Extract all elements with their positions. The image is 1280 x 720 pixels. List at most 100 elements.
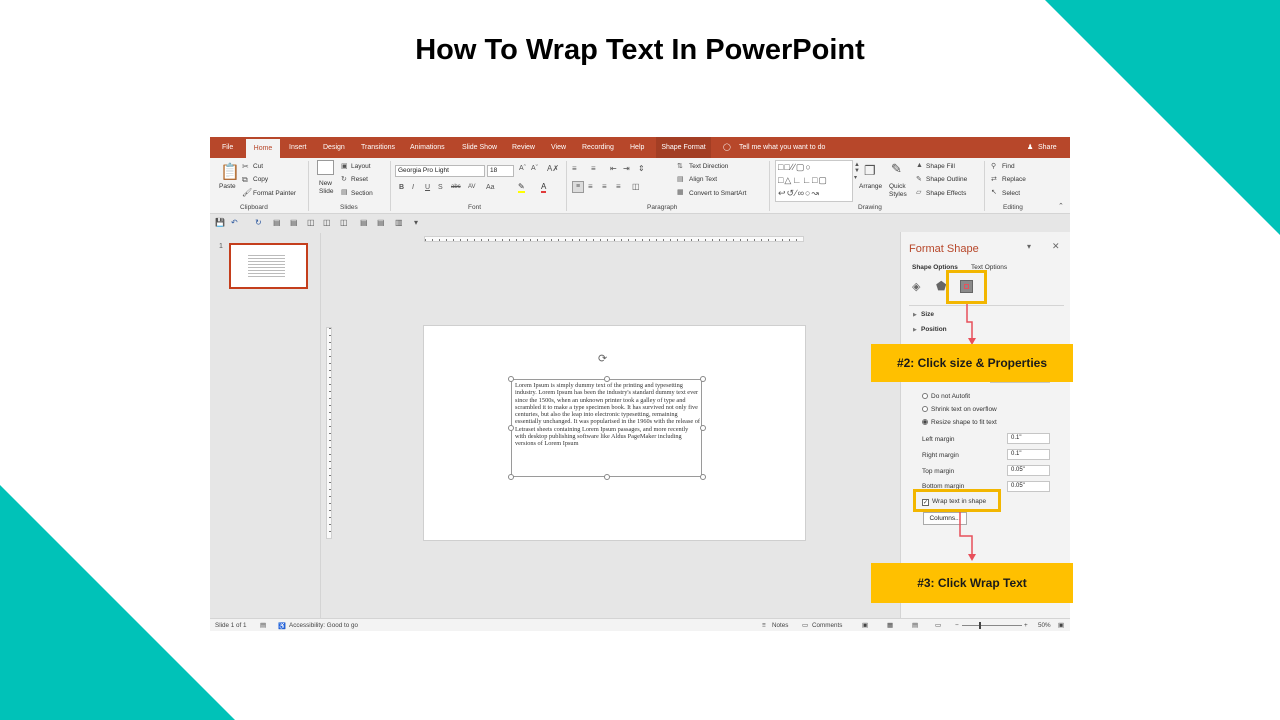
- new-slide-button[interactable]: New Slide: [319, 180, 339, 196]
- align-icon[interactable]: ◫: [307, 218, 315, 227]
- reset-button[interactable]: Reset: [351, 176, 368, 183]
- zoom-slider[interactable]: [962, 622, 1022, 629]
- numbering-icon[interactable]: ≡: [591, 164, 596, 173]
- tab-file[interactable]: File: [222, 137, 233, 158]
- tab-view[interactable]: View: [551, 137, 566, 158]
- font-size-select[interactable]: 18: [487, 165, 514, 177]
- text-box-icon[interactable]: ▤: [290, 218, 298, 227]
- underline-icon[interactable]: U: [425, 184, 430, 191]
- zoom-in-icon[interactable]: +: [1024, 622, 1028, 629]
- tab-transitions[interactable]: Transitions: [361, 137, 395, 158]
- pane-menu-chevron-icon[interactable]: ▾: [1027, 242, 1031, 251]
- cut-button[interactable]: Cut: [253, 163, 263, 170]
- quick-styles-button[interactable]: Quick Styles: [889, 183, 913, 199]
- undo-icon[interactable]: ↶: [231, 218, 238, 227]
- text-box[interactable]: Lorem Ipsum is simply dummy text of the …: [508, 376, 706, 480]
- tab-slide-show[interactable]: Slide Show: [462, 137, 497, 158]
- rotate-handle-icon[interactable]: ⟳: [598, 352, 607, 365]
- redo-icon[interactable]: ↻: [255, 218, 262, 227]
- touch-mode-icon[interactable]: ▥: [395, 218, 403, 227]
- resize-handle[interactable]: [700, 376, 706, 382]
- save-icon[interactable]: 💾: [215, 218, 225, 227]
- customize-qat-icon[interactable]: ▾: [414, 218, 418, 227]
- increase-indent-icon[interactable]: ⇥: [623, 164, 630, 173]
- highlight-icon[interactable]: ✎: [518, 182, 525, 193]
- section-button[interactable]: Section: [351, 190, 373, 197]
- line-spacing-icon[interactable]: ⇕: [638, 164, 645, 173]
- grow-font-icon[interactable]: Aˆ: [519, 165, 526, 172]
- resize-handle[interactable]: [604, 376, 610, 382]
- italic-icon[interactable]: I: [412, 184, 414, 191]
- slide-show-icon[interactable]: ▭: [935, 622, 941, 629]
- fill-line-icon[interactable]: ◈: [912, 280, 920, 293]
- select-button[interactable]: Select: [1002, 190, 1020, 197]
- fit-to-window-icon[interactable]: ▣: [1058, 622, 1064, 629]
- resize-handle[interactable]: [508, 376, 514, 382]
- decrease-indent-icon[interactable]: ⇤: [610, 164, 617, 173]
- right-margin-input[interactable]: 0.1": [1007, 449, 1050, 460]
- accessibility-status[interactable]: Accessibility: Good to go: [289, 622, 358, 629]
- zoom-slider-thumb[interactable]: [979, 622, 981, 629]
- expand-size-icon[interactable]: ▶: [913, 312, 917, 318]
- shrink-text-radio[interactable]: Shrink text on overflow: [922, 406, 997, 413]
- reading-view-icon[interactable]: ▤: [912, 622, 918, 629]
- justify-icon[interactable]: ≡: [616, 182, 621, 191]
- tab-insert[interactable]: Insert: [289, 137, 307, 158]
- shape-fill-button[interactable]: Shape Fill: [926, 163, 955, 170]
- slide-canvas[interactable]: ⟳ Lorem Ipsum is simply dummy text of th…: [423, 325, 806, 541]
- bottom-margin-input[interactable]: 0.05": [1007, 481, 1050, 492]
- normal-view-icon[interactable]: ▣: [862, 622, 868, 629]
- send-backward-icon[interactable]: ▤: [377, 218, 385, 227]
- zoom-level[interactable]: 50%: [1038, 622, 1051, 629]
- effects-icon[interactable]: ⬟: [936, 279, 946, 293]
- zoom-out-icon[interactable]: −: [955, 622, 959, 629]
- resize-handle[interactable]: [508, 474, 514, 480]
- spelling-icon[interactable]: ▤: [260, 622, 266, 629]
- align-right-icon[interactable]: ≡: [602, 182, 607, 191]
- notes-button[interactable]: Notes: [772, 622, 788, 629]
- share-button[interactable]: Share: [1038, 137, 1057, 158]
- distribute-icon[interactable]: ◫: [323, 218, 331, 227]
- from-beginning-icon[interactable]: ▤: [273, 218, 281, 227]
- bold-icon[interactable]: B: [399, 184, 404, 191]
- tab-shape-format[interactable]: Shape Format: [656, 137, 711, 158]
- close-icon[interactable]: ✕: [1052, 241, 1060, 252]
- top-margin-input[interactable]: 0.05": [1007, 465, 1050, 476]
- tab-recording[interactable]: Recording: [582, 137, 614, 158]
- shrink-font-icon[interactable]: Aˇ: [531, 165, 538, 172]
- tell-me-search[interactable]: Tell me what you want to do: [739, 137, 825, 158]
- tab-design[interactable]: Design: [323, 137, 345, 158]
- size-section[interactable]: Size: [921, 311, 934, 318]
- paste-button[interactable]: Paste: [219, 183, 236, 190]
- do-not-autofit-radio[interactable]: Do not Autofit: [922, 393, 970, 400]
- group-icon[interactable]: ◫: [340, 218, 348, 227]
- comments-button[interactable]: Comments: [812, 622, 842, 629]
- slide-thumbnail[interactable]: [229, 243, 308, 289]
- expand-position-icon[interactable]: ▶: [913, 327, 917, 333]
- tab-home[interactable]: Home: [246, 139, 280, 158]
- tab-review[interactable]: Review: [512, 137, 535, 158]
- position-section[interactable]: Position: [921, 326, 947, 333]
- clear-formatting-icon[interactable]: A✗: [547, 164, 559, 173]
- align-text-button[interactable]: Align Text: [689, 176, 717, 183]
- tab-help[interactable]: Help: [630, 137, 644, 158]
- resize-handle[interactable]: [700, 474, 706, 480]
- bring-forward-icon[interactable]: ▤: [360, 218, 368, 227]
- convert-smartart-button[interactable]: Convert to SmartArt: [689, 190, 746, 197]
- align-left-icon[interactable]: ≡: [572, 181, 584, 193]
- resize-shape-radio[interactable]: Resize shape to fit text: [922, 419, 997, 426]
- character-spacing-icon[interactable]: AV: [468, 184, 476, 190]
- replace-button[interactable]: Replace: [1002, 176, 1026, 183]
- slide-sorter-icon[interactable]: ▦: [887, 622, 893, 629]
- text-box-content[interactable]: Lorem Ipsum is simply dummy text of the …: [515, 382, 700, 447]
- shapes-gallery[interactable]: □□∕∕▢○ □△∟∟□▢ ↩↺∕∞○↝: [775, 160, 853, 202]
- change-case-icon[interactable]: Aa: [486, 184, 495, 191]
- align-center-icon[interactable]: ≡: [588, 182, 593, 191]
- tab-animations[interactable]: Animations: [410, 137, 445, 158]
- left-margin-input[interactable]: 0.1": [1007, 433, 1050, 444]
- arrange-button[interactable]: Arrange: [859, 183, 882, 190]
- strikethrough-icon[interactable]: abc: [451, 184, 461, 190]
- font-color-icon[interactable]: A: [541, 182, 547, 193]
- gallery-scroll-icon[interactable]: ▲ ▼ ▾: [854, 162, 860, 181]
- bullets-icon[interactable]: ≡: [572, 164, 577, 173]
